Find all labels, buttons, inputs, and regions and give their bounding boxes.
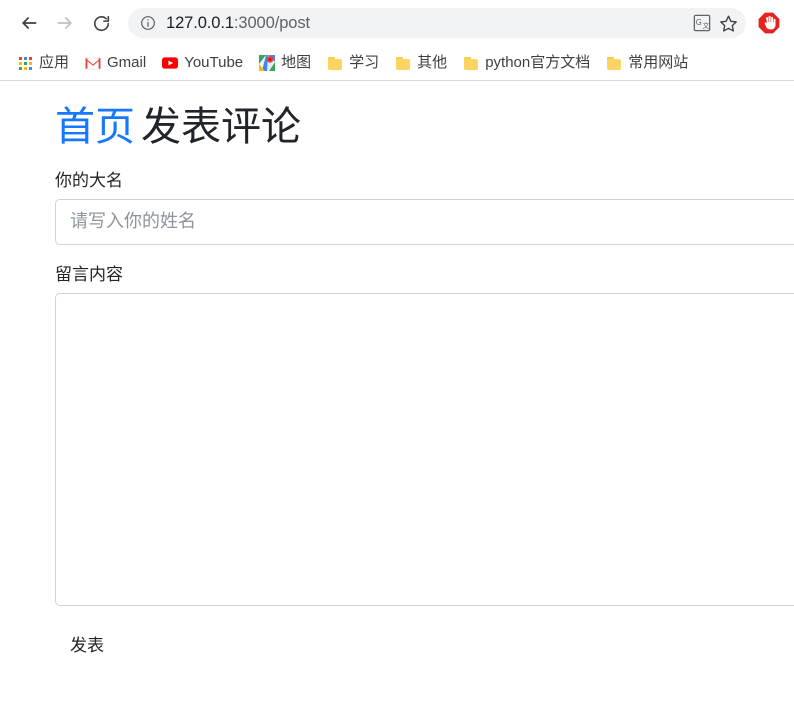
reload-button[interactable]	[86, 8, 116, 38]
content-field-label: 留言内容	[55, 264, 123, 284]
page-title-text: 发表评论	[141, 105, 301, 149]
name-input[interactable]	[55, 198, 794, 245]
url-host: 127.0.0.1	[166, 14, 234, 32]
bookmark-label: 地图	[281, 54, 312, 71]
bookmark-maps[interactable]: 地图	[252, 50, 318, 76]
folder-icon	[463, 55, 479, 71]
bookmark-gmail[interactable]: Gmail	[78, 50, 153, 76]
star-icon[interactable]	[716, 11, 740, 35]
gmail-icon	[85, 55, 101, 71]
bookmark-folder-common-sites[interactable]: 常用网站	[599, 50, 695, 76]
address-bar[interactable]: 127.0.0.1:3000/post G 文	[128, 8, 746, 38]
folder-icon	[327, 55, 343, 71]
bookmark-folder-study[interactable]: 学习	[320, 50, 386, 76]
forward-arrow-icon	[55, 13, 75, 33]
back-button[interactable]	[14, 8, 44, 38]
svg-text:文: 文	[702, 21, 709, 30]
submit-button[interactable]: 发表	[70, 634, 104, 658]
bookmarks-bar: 应用 Gmail YouTube 地图 学习 其他 python官方文档 常用网…	[0, 46, 794, 80]
google-maps-icon	[259, 55, 276, 71]
content-textarea[interactable]	[55, 292, 794, 606]
bookmark-label: python官方文档	[485, 54, 591, 71]
info-circle-icon[interactable]	[138, 13, 158, 33]
bookmark-folder-other[interactable]: 其他	[388, 50, 454, 76]
url-path: :3000/post	[233, 14, 310, 32]
bookmark-youtube[interactable]: YouTube	[155, 50, 250, 76]
bookmark-folder-python-docs[interactable]: python官方文档	[456, 50, 597, 76]
url-text[interactable]: 127.0.0.1:3000/post	[166, 8, 688, 38]
page-content: 首页发表评论 你的大名 留言内容 发表	[0, 81, 794, 714]
bookmark-label: 应用	[39, 54, 70, 71]
bookmark-label: YouTube	[184, 54, 244, 71]
forward-button[interactable]	[50, 8, 80, 38]
name-field-label: 你的大名	[55, 171, 123, 190]
browser-chrome: 127.0.0.1:3000/post G 文 应用 Gmail YouTube…	[0, 0, 794, 81]
back-arrow-icon	[19, 13, 39, 33]
translate-icon[interactable]: G 文	[690, 11, 714, 35]
apps-grid-icon	[17, 55, 33, 71]
youtube-icon	[162, 55, 179, 71]
svg-text:G: G	[696, 18, 702, 27]
folder-icon	[395, 55, 411, 71]
bookmark-label: 学习	[349, 54, 380, 71]
bookmark-label: 常用网站	[628, 54, 689, 71]
bookmark-apps[interactable]: 应用	[10, 50, 76, 76]
adblock-extension-icon[interactable]	[754, 8, 784, 38]
bookmark-label: 其他	[417, 54, 448, 71]
bookmark-label: Gmail	[107, 54, 147, 71]
page-title: 首页 发表评论	[0, 81, 794, 151]
home-link[interactable]: 首页	[55, 105, 135, 149]
browser-toolbar: 127.0.0.1:3000/post G 文	[0, 0, 794, 46]
folder-icon	[606, 55, 622, 71]
reload-icon	[92, 14, 111, 33]
